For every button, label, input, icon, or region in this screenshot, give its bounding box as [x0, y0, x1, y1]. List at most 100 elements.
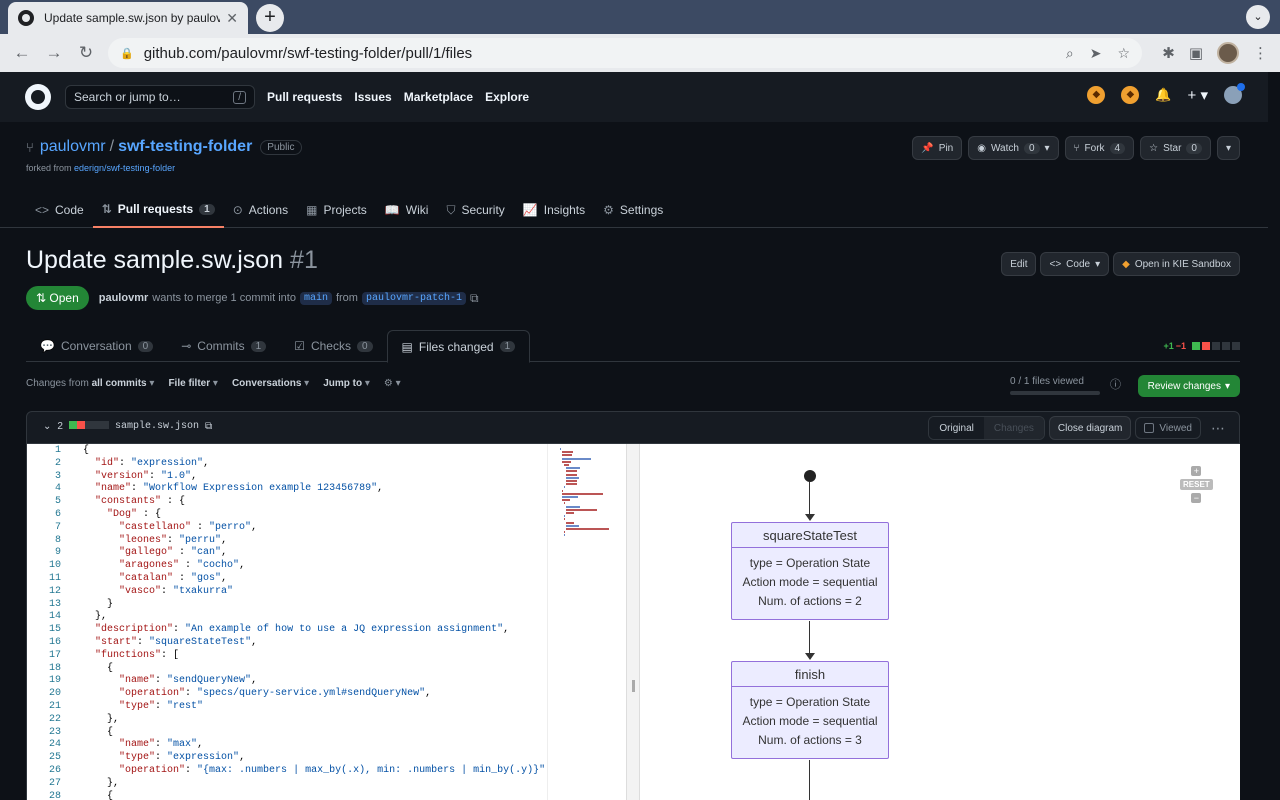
code-icon: <> [1049, 258, 1062, 270]
code-line: "castellano" : "perro", [119, 521, 258, 533]
file-diffstat [68, 421, 109, 432]
browser-menu-icon[interactable]: ⋮ [1253, 44, 1268, 62]
more-options-icon[interactable]: ⋯ [1205, 420, 1231, 437]
address-bar[interactable]: 🔒 github.com/paulovmr/swf-testing-folder… [108, 38, 1142, 68]
diagram-view-toggle: Original Changes [928, 416, 1045, 440]
original-button[interactable]: Original [929, 417, 984, 439]
code-icon: <> [35, 203, 50, 217]
extensions-puzzle-icon[interactable]: ✱ [1162, 44, 1175, 62]
github-favicon-icon [18, 10, 34, 26]
minimap-line [562, 457, 591, 460]
tab-conversation[interactable]: 💬 Conversation 0 [26, 330, 167, 362]
open-in-kie-sandbox-button[interactable]: ◆ Open in KIE Sandbox [1113, 252, 1240, 276]
repo-tab-wiki[interactable]: 📖 Wiki [376, 192, 438, 228]
editor-minimap[interactable] [547, 444, 626, 800]
code-button[interactable]: <> Code ▾ [1040, 252, 1110, 276]
workflow-diagram[interactable]: + RESET − squareStateTest type = Operati… [640, 444, 1240, 800]
close-tab-icon[interactable]: ✕ [226, 10, 238, 27]
start-node [804, 470, 816, 482]
send-icon[interactable]: ➤ [1090, 45, 1102, 62]
star-button[interactable]: ☆ Star 0 [1140, 136, 1211, 160]
kie-extension-icon[interactable]: ◆ [1087, 86, 1106, 104]
base-branch[interactable]: main [299, 291, 332, 305]
watch-label: Watch [990, 142, 1019, 154]
file-changes-count: 2 [57, 421, 63, 432]
conversations-dropdown[interactable]: Conversations ▾ [232, 378, 309, 389]
tab-commits[interactable]: ⊸ Commits 1 [167, 330, 280, 362]
checkbox-icon [1144, 423, 1155, 433]
nav-marketplace[interactable]: Marketplace [404, 90, 473, 104]
close-diagram-button[interactable]: Close diagram [1048, 416, 1132, 440]
watch-button[interactable]: ◉ Watch 0 ▾ [968, 136, 1059, 160]
pane-splitter-handle[interactable] [626, 444, 640, 800]
repo-tab-projects[interactable]: ▦ Projects [297, 192, 376, 228]
repo-tab-actions[interactable]: ⊙ Actions [224, 192, 297, 228]
info-icon[interactable]: ⓘ [1110, 376, 1121, 392]
diff-settings-gear-icon[interactable]: ⚙ ▾ [384, 378, 401, 389]
forward-arrow-icon[interactable]: → [38, 43, 70, 63]
user-avatar[interactable] [1224, 83, 1245, 104]
search-input[interactable]: Search or jump to… / [65, 85, 255, 109]
tab-checks[interactable]: ☑ Checks 0 [280, 330, 386, 362]
browser-tab[interactable]: Update sample.sw.json by paulovmr ✕ [8, 2, 248, 34]
file-name-link[interactable]: sample.sw.json [115, 421, 199, 432]
file-filter-dropdown[interactable]: File filter ▾ [168, 378, 218, 389]
jump-to-dropdown[interactable]: Jump to ▾ [323, 378, 370, 389]
create-new-plus-icon[interactable]: + ▾ [1188, 86, 1208, 104]
changes-button[interactable]: Changes [983, 417, 1044, 439]
new-tab-button[interactable]: + [256, 4, 284, 32]
back-arrow-icon[interactable]: ← [6, 43, 38, 63]
repo-tab-label: Actions [248, 203, 289, 217]
collapse-chevron-icon[interactable]: ⌄ [43, 421, 51, 432]
repo-owner-link[interactable]: paulovmr [40, 138, 106, 156]
line-number: 15 [48, 624, 61, 636]
repo-tab-insights[interactable]: 📈 Insights [514, 192, 594, 228]
line-number: 1 [54, 445, 61, 456]
forked-from-link[interactable]: ederign/swf-testing-folder [74, 163, 175, 173]
review-label: Review changes [1147, 380, 1221, 392]
tab-label: Conversation [60, 339, 132, 353]
nav-pull-requests[interactable]: Pull requests [267, 90, 342, 104]
copy-path-icon[interactable]: ⧉ [205, 421, 212, 432]
viewed-checkbox[interactable]: Viewed [1135, 417, 1201, 439]
diffstat-block [1222, 342, 1230, 350]
zoom-in-plus-icon[interactable]: + [1191, 466, 1202, 476]
kie-label: Open in KIE Sandbox [1134, 258, 1231, 270]
pin-button[interactable]: 📌 Pin [912, 136, 963, 160]
repo-tab-settings[interactable]: ⚙ Settings [594, 192, 672, 228]
pr-header-actions: Edit <> Code ▾ ◆ Open in KIE Sandbox [1001, 252, 1240, 276]
repo-tab-code[interactable]: <> Code [26, 192, 93, 228]
changes-from-dropdown[interactable]: Changes from all commits ▾ [26, 378, 154, 389]
repo-tab-security[interactable]: ⛉ Security [437, 192, 513, 228]
repo-name-link[interactable]: swf-testing-folder [118, 138, 252, 156]
fork-button[interactable]: ⑂ Fork 4 [1064, 136, 1135, 160]
zoom-reset-button[interactable]: RESET [1180, 479, 1213, 490]
github-logo-icon[interactable] [25, 84, 51, 110]
side-panel-icon[interactable]: ▣ [1189, 44, 1203, 62]
pr-merge-text: wants to merge 1 commit into [152, 292, 296, 304]
bookmark-star-icon[interactable]: ☆ [1117, 45, 1130, 62]
repo-nav: <> Code ⇅ Pull requests 1 ⊙ Actions ▦ Project… [26, 192, 672, 228]
lock-icon[interactable]: 🔒 [120, 47, 134, 60]
repo-separator: / [109, 138, 115, 155]
profile-avatar[interactable] [1217, 42, 1239, 64]
pr-author[interactable]: paulovmr [99, 292, 149, 304]
state-node[interactable]: finish type = Operation State Action mod… [731, 661, 889, 759]
notification-bell-icon[interactable]: 🔔 [1155, 87, 1171, 103]
nav-explore[interactable]: Explore [485, 90, 529, 104]
copy-icon[interactable]: ⧉ [470, 291, 479, 306]
zoom-lens-icon[interactable]: ⌕ [1066, 45, 1074, 62]
tab-files-changed[interactable]: ▤ Files changed 1 [386, 330, 531, 363]
head-branch[interactable]: paulovmr-patch-1 [361, 291, 466, 305]
repo-tab-pull-requests[interactable]: ⇅ Pull requests 1 [92, 192, 224, 228]
zoom-out-minus-icon[interactable]: − [1191, 493, 1202, 503]
kie-extension-icon-2[interactable]: ◆ [1121, 86, 1140, 104]
state-node[interactable]: squareStateTest type = Operation State A… [731, 522, 889, 620]
star-dropdown-button[interactable]: ▾ [1216, 136, 1240, 160]
review-changes-button[interactable]: Review changes ▾ [1137, 375, 1240, 397]
nav-issues[interactable]: Issues [354, 90, 391, 104]
tab-search-chevron-icon[interactable]: ⌄ [1246, 5, 1270, 29]
code-editor[interactable]: 1 2 3 4 5 6 7 8 9 10 11 12 13 14 15 16 17 18 19 20 21 22 23 24 2… [26, 444, 626, 800]
reload-icon[interactable]: ↻ [70, 43, 102, 63]
edit-button[interactable]: Edit [1001, 252, 1037, 276]
